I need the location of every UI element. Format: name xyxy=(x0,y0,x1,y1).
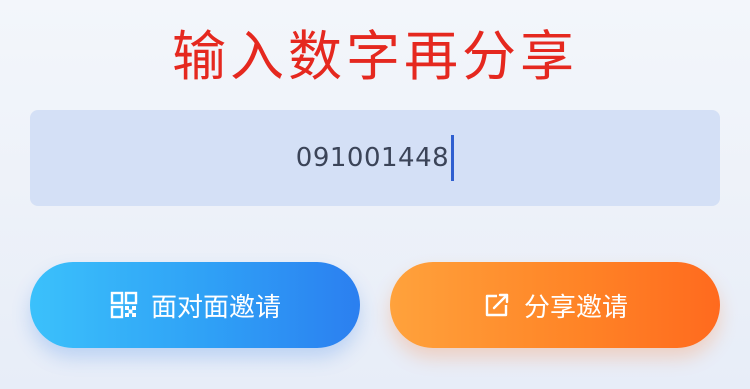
share-invite-button[interactable]: 分享邀请 xyxy=(390,262,720,348)
face-to-face-invite-label: 面对面邀请 xyxy=(150,292,281,323)
number-input-value[interactable]: 091001448 xyxy=(296,136,449,180)
number-input-field[interactable]: 091001448 xyxy=(30,110,720,206)
share-icon xyxy=(482,290,512,320)
text-cursor xyxy=(451,135,455,181)
face-to-face-invite-button[interactable]: 面对面邀请 xyxy=(30,262,360,348)
qr-code-icon xyxy=(109,290,139,320)
page-title: 输入数字再分享 xyxy=(172,25,578,88)
share-invite-label: 分享邀请 xyxy=(523,292,628,323)
